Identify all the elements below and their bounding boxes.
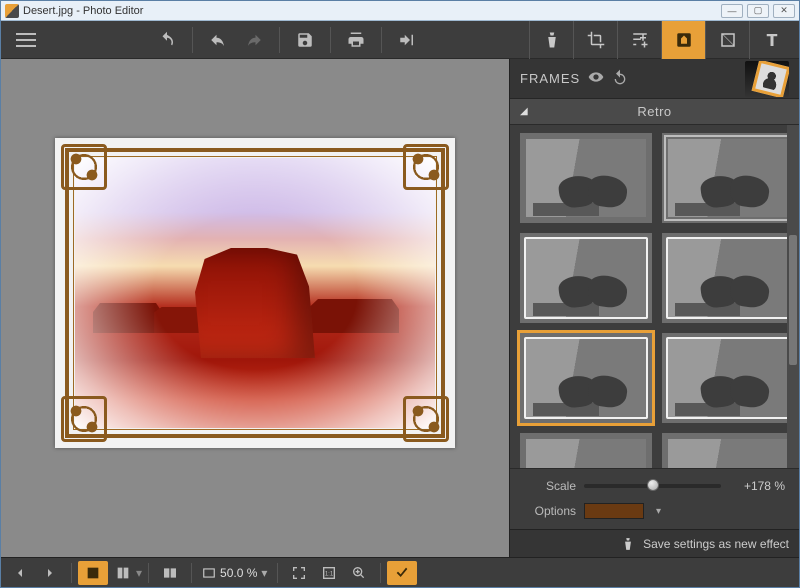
close-button[interactable]: ✕ — [773, 4, 795, 18]
frame-thumb[interactable] — [520, 433, 652, 468]
frame-thumb[interactable] — [520, 133, 652, 223]
avatar-preview — [745, 61, 789, 97]
scale-value: +178 % — [729, 479, 785, 493]
undo-all-button[interactable] — [150, 25, 184, 55]
frame-thumb[interactable] — [520, 233, 652, 323]
zoom-fit-button[interactable] — [284, 561, 314, 585]
titlebar: Desert.jpg - Photo Editor — ▢ ✕ — [1, 1, 799, 21]
color-swatch[interactable] — [584, 503, 644, 519]
toolbar-separator — [192, 27, 193, 53]
frame-thumb[interactable] — [662, 433, 794, 468]
dropdown-triangle-icon: ◢ — [520, 106, 528, 117]
save-button[interactable] — [288, 25, 322, 55]
redo-button[interactable] — [237, 25, 271, 55]
zoom-100-button[interactable]: 1:1 — [314, 561, 344, 585]
zoom-rect-icon — [202, 566, 216, 580]
gallery-scrollbar[interactable] — [787, 125, 799, 468]
frame-thumb[interactable] — [662, 133, 794, 223]
tab-crop[interactable] — [573, 21, 617, 59]
minimize-button[interactable]: — — [721, 4, 743, 18]
panel-header: FRAMES — [510, 59, 799, 99]
flask-icon — [621, 537, 635, 551]
compare-single-button[interactable] — [78, 561, 108, 585]
toolbar-separator — [279, 27, 280, 53]
tab-textures[interactable] — [705, 21, 749, 59]
chevron-down-icon[interactable]: ▾ — [656, 506, 661, 517]
save-preset-button[interactable]: Save settings as new effect — [510, 529, 799, 557]
compare-split-button[interactable] — [108, 561, 138, 585]
next-image-button[interactable] — [35, 561, 65, 585]
scale-slider[interactable] — [584, 484, 721, 488]
chevron-down-icon[interactable]: ▾ — [261, 566, 267, 580]
canvas-area[interactable] — [1, 59, 509, 557]
maximize-button[interactable]: ▢ — [747, 4, 769, 18]
category-selector[interactable]: ◢ Retro — [510, 99, 799, 125]
zoom-value: 50.0 % — [220, 566, 257, 580]
app-logo-icon — [5, 4, 19, 18]
zoom-in-button[interactable] — [344, 561, 374, 585]
visibility-toggle-icon[interactable] — [588, 69, 604, 88]
frames-gallery — [510, 125, 799, 468]
save-preset-label: Save settings as new effect — [643, 537, 789, 551]
toolbar-separator — [330, 27, 331, 53]
chevron-down-icon[interactable]: ▾ — [136, 566, 142, 580]
scale-label: Scale — [524, 479, 576, 493]
tab-frames[interactable] — [661, 21, 705, 59]
scrollbar-thumb[interactable] — [789, 235, 797, 365]
tab-adjust[interactable] — [617, 21, 661, 59]
toolbar-separator — [381, 27, 382, 53]
panel-title: FRAMES — [520, 71, 580, 86]
window-title: Desert.jpg - Photo Editor — [23, 5, 717, 17]
prev-image-button[interactable] — [5, 561, 35, 585]
print-button[interactable] — [339, 25, 373, 55]
zoom-control[interactable]: 50.0 % ▾ — [198, 566, 271, 580]
frame-thumb[interactable] — [662, 233, 794, 323]
frame-thumb[interactable] — [520, 333, 652, 423]
main-area: FRAMES ◢ Retro — [1, 59, 799, 557]
apply-button[interactable] — [387, 561, 417, 585]
panel-reset-icon[interactable] — [612, 69, 628, 88]
menu-button[interactable] — [7, 25, 45, 55]
slider-knob[interactable] — [647, 479, 659, 491]
top-toolbar — [1, 21, 799, 59]
options-label: Options — [524, 504, 576, 518]
tab-text[interactable] — [749, 21, 793, 59]
undo-button[interactable] — [201, 25, 235, 55]
frames-panel: FRAMES ◢ Retro — [509, 59, 799, 557]
frame-thumb[interactable] — [662, 333, 794, 423]
frame-controls: Scale +178 % Options ▾ — [510, 468, 799, 529]
svg-text:1:1: 1:1 — [325, 571, 334, 577]
preview-image — [55, 138, 455, 448]
before-after-button[interactable] — [155, 561, 185, 585]
export-button[interactable] — [390, 25, 424, 55]
tab-effects[interactable] — [529, 21, 573, 59]
bottombar: ▾ 50.0 % ▾ 1:1 — [1, 557, 799, 587]
category-label: Retro — [637, 104, 671, 119]
